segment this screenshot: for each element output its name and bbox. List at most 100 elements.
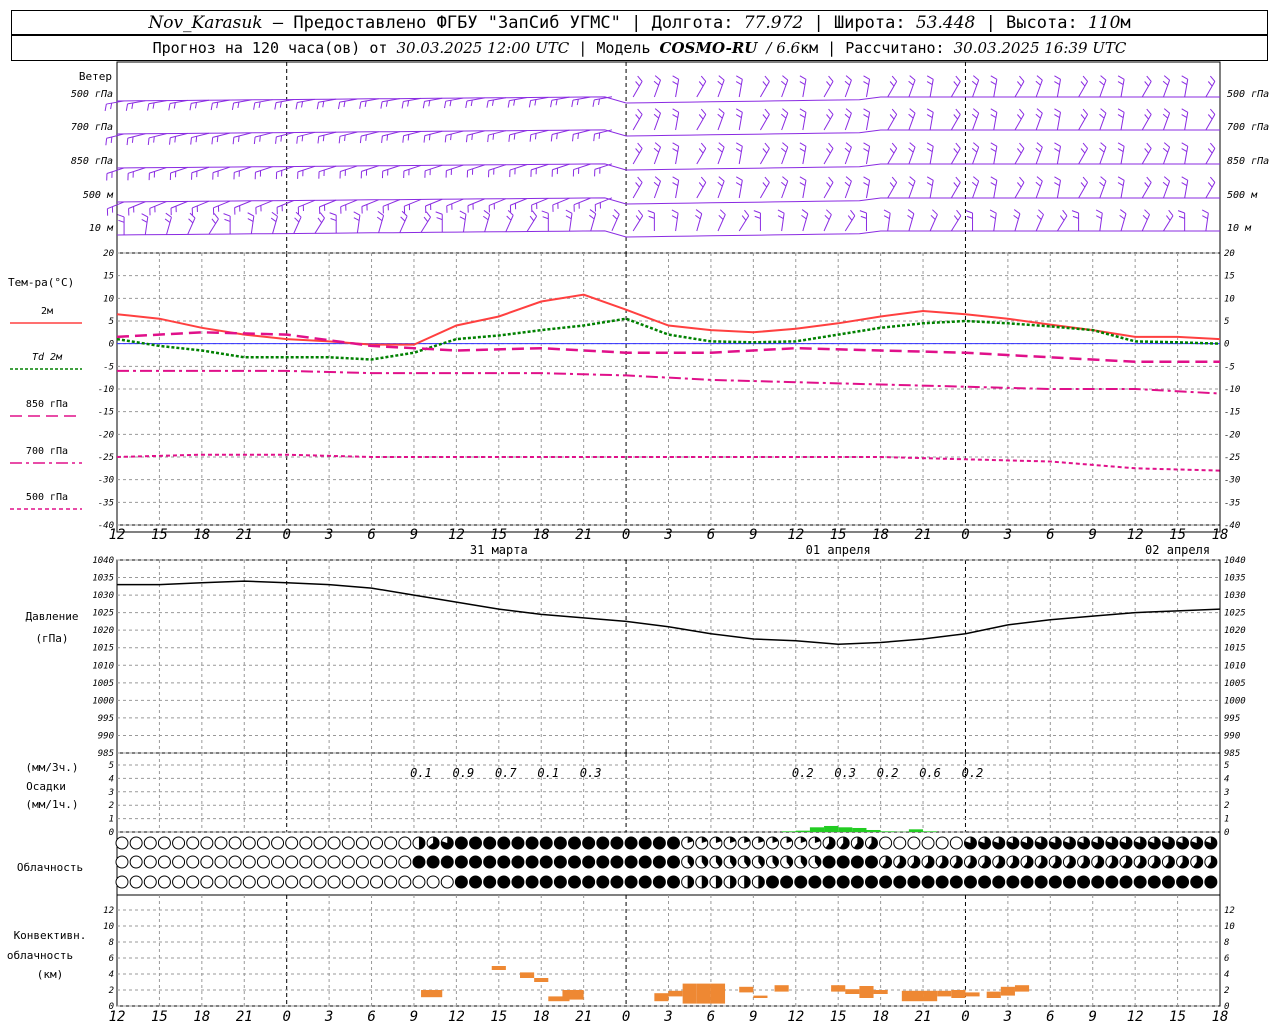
cloud-cover-circle bbox=[1147, 875, 1161, 889]
wind-barb-flag bbox=[990, 114, 997, 119]
wind-barb-flag bbox=[953, 114, 959, 120]
temp-tick-left: -15 bbox=[98, 408, 114, 418]
wind-barb-flag bbox=[863, 108, 870, 113]
cloud-cover-circle bbox=[1091, 875, 1105, 889]
temp-tick-left: -20 bbox=[98, 430, 114, 440]
wind-barb-staff bbox=[144, 216, 149, 235]
wind-barb-flag bbox=[762, 182, 768, 188]
wind-barb-flag bbox=[1162, 147, 1169, 153]
precip-bar bbox=[781, 831, 796, 832]
wind-barb-flag bbox=[782, 108, 789, 114]
wind-barb-flag bbox=[863, 114, 869, 119]
hour-label-bottom: 18 bbox=[193, 1009, 210, 1024]
cloud-cover-circle bbox=[596, 875, 610, 889]
wind-barb-staff bbox=[191, 166, 210, 174]
wind-barb-flag bbox=[801, 209, 809, 215]
cloud-cover-circle bbox=[454, 836, 468, 850]
precip-unit-3h: (мм/3ч.) bbox=[26, 761, 79, 774]
wind-barb-flag bbox=[118, 219, 125, 223]
wind-barb-flag bbox=[777, 209, 785, 214]
wind-barb-staff bbox=[340, 199, 358, 208]
wind-barb-flag bbox=[637, 75, 643, 82]
cloud-cover-circle bbox=[355, 855, 369, 869]
wind-barb-flag bbox=[844, 147, 850, 153]
wind-barb-flag bbox=[799, 108, 807, 113]
cloud-cover-circle bbox=[256, 855, 270, 869]
hour-label-mid: 0 bbox=[282, 527, 290, 543]
cloud-cover-circle bbox=[1062, 875, 1076, 889]
pressure-tick-right: 1020 bbox=[1224, 626, 1246, 636]
wind-level-right: 700 гПа bbox=[1227, 122, 1269, 133]
wind-barb-flag bbox=[131, 102, 134, 109]
wind-barb-flag bbox=[319, 212, 325, 219]
wind-barb-flag bbox=[654, 108, 661, 114]
conv-tick-left: 8 bbox=[109, 938, 114, 948]
wind-barb-flag bbox=[891, 176, 898, 183]
wind-barb-staff bbox=[929, 79, 934, 98]
precip-total-label: 0.9 bbox=[453, 766, 475, 780]
wind-barb-flag bbox=[487, 135, 489, 143]
wind-barb-flag bbox=[736, 75, 743, 80]
wind-barb-flag bbox=[859, 210, 867, 214]
wind-barb-flag bbox=[365, 134, 367, 141]
cloud-cover-circle bbox=[412, 855, 426, 869]
cloud-cover-circle bbox=[172, 875, 186, 889]
wind-barb-flag bbox=[782, 176, 789, 182]
precip-total-label: 0.2 bbox=[877, 766, 899, 780]
cloud-cover-circle bbox=[539, 855, 553, 869]
cloud-cover-circle bbox=[426, 855, 440, 869]
cloud-cover-circle bbox=[850, 875, 864, 889]
temp-tick-right: 0 bbox=[1224, 340, 1229, 350]
cloud-cover-circle bbox=[652, 855, 666, 869]
wind-barb-flag bbox=[1059, 215, 1065, 221]
wind-barb-flag bbox=[648, 215, 655, 219]
wind-barb-flag bbox=[845, 176, 852, 182]
wind-barb-flag bbox=[908, 181, 914, 187]
hour-label-bottom: 12 bbox=[109, 1009, 126, 1024]
wind-barb-flag bbox=[847, 215, 853, 221]
wind-barb-flag bbox=[695, 214, 701, 220]
cloud-cover-circle bbox=[1034, 875, 1048, 889]
cloud-cover-circle bbox=[638, 855, 652, 869]
wind-barb-flag bbox=[322, 135, 325, 142]
cloud-cover-circle bbox=[638, 836, 652, 850]
wind-barb-flag bbox=[541, 210, 549, 214]
cloud-cover-circle bbox=[454, 875, 468, 889]
wind-barb-flag bbox=[359, 136, 362, 144]
wind-barb-flag bbox=[700, 142, 707, 149]
hour-label-bottom: 9 bbox=[749, 1009, 757, 1024]
wind-barb-flag bbox=[863, 75, 870, 80]
wind-barb-flag bbox=[322, 101, 325, 108]
pressure-tick-right: 1000 bbox=[1224, 696, 1246, 706]
wind-barb-flag bbox=[513, 99, 516, 106]
wind-barb-flag bbox=[736, 176, 743, 181]
cloud-cover-circle bbox=[553, 836, 567, 850]
cloud-cover-circle bbox=[271, 855, 285, 869]
hour-label-mid: 9 bbox=[749, 527, 757, 543]
wind-barb-flag bbox=[534, 99, 537, 106]
wind-barb-staff bbox=[1035, 214, 1044, 232]
wind-barb-flag bbox=[781, 147, 787, 153]
precip-tick-left: 3 bbox=[108, 788, 114, 798]
cloud-cover-circle bbox=[1133, 875, 1147, 889]
cloud-cover-circle bbox=[553, 855, 567, 869]
wind-barb-flag bbox=[654, 75, 661, 81]
wind-barb-staff bbox=[552, 163, 570, 171]
wind-barb-flag bbox=[1080, 182, 1086, 188]
wind-barb-flag bbox=[695, 209, 703, 215]
hour-label-mid: 9 bbox=[410, 527, 418, 543]
cloud-cover-circle bbox=[1119, 875, 1133, 889]
precip-total-label: 0.7 bbox=[495, 766, 517, 780]
wind-level-left: 700 гПа bbox=[71, 122, 113, 133]
wind-barb-flag bbox=[1163, 142, 1170, 148]
wind-barb-flag bbox=[337, 101, 341, 110]
wind-barb-staff bbox=[489, 198, 507, 206]
conv-tick-left: 2 bbox=[109, 986, 114, 996]
wind-level-line bbox=[116, 230, 1220, 238]
wind-barb-flag bbox=[329, 212, 337, 216]
wind-barb-flag bbox=[428, 100, 431, 107]
wind-barb-staff bbox=[128, 201, 146, 209]
cloud-cover-circle bbox=[285, 875, 299, 889]
wind-barb-staff bbox=[361, 131, 379, 137]
wind-barb-flag bbox=[465, 135, 468, 143]
